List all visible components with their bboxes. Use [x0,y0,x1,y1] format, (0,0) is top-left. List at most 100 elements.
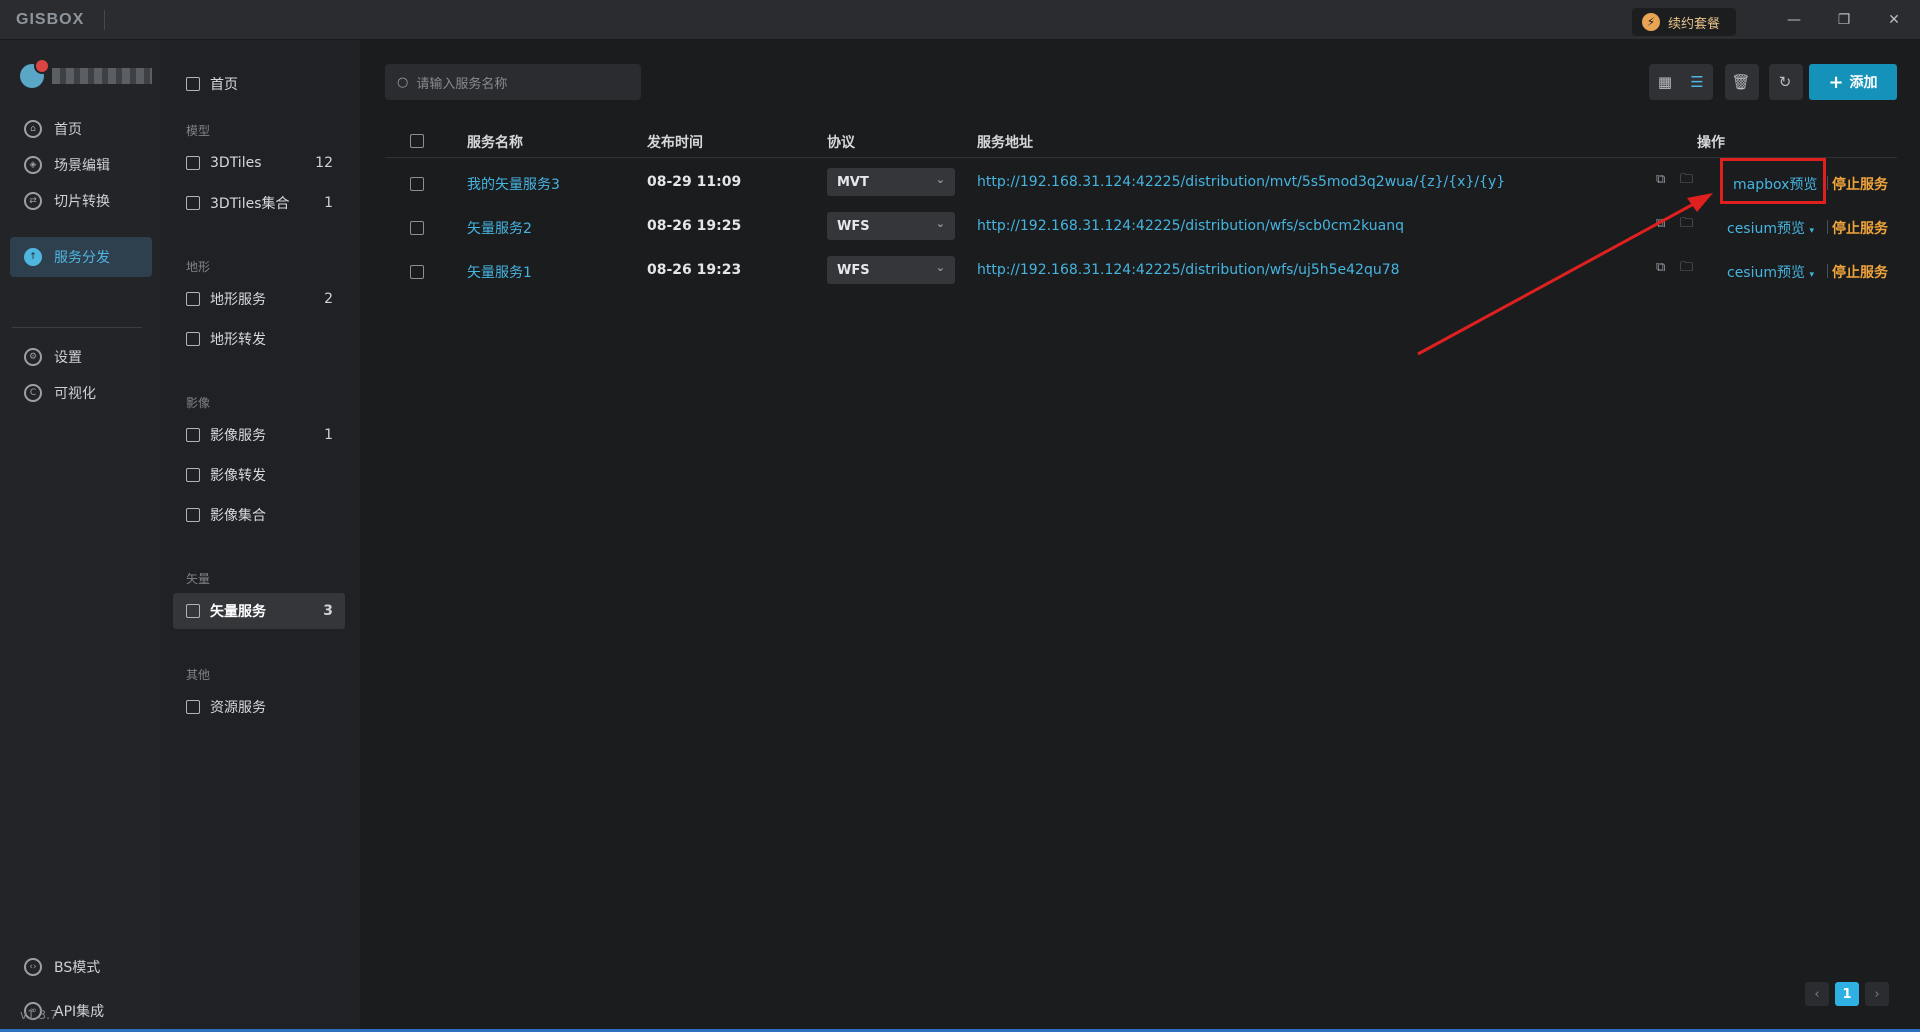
column-header-url: 服务地址 [977,135,1033,151]
view-toggle: ▦ ☰ [1649,64,1713,100]
service-name[interactable]: 矢量服务2 [467,218,532,238]
sub-item-imagery-forward[interactable]: 影像转发 [173,457,345,493]
nav-item-label: 场景编辑 [54,158,110,174]
vector-icon [186,604,200,618]
copy-icon[interactable]: ⧉ [1656,173,1670,187]
sub-item-count: 2 [324,291,333,307]
chevron-down-icon: ⌄ [935,217,945,230]
sub-item-resource-service[interactable]: 资源服务 [173,689,345,725]
sub-item-3dtiles-set[interactable]: 3DTiles集合 1 [173,185,345,221]
search-input[interactable]: ○ 请输入服务名称 [385,64,641,100]
app-logo: GISBOX [16,11,85,28]
copy-icon[interactable]: ⧉ [1656,261,1670,275]
image-icon [186,468,200,482]
table-header: 服务名称 发布时间 协议 服务地址 操作 [385,126,1897,158]
sub-item-imagery-service[interactable]: 影像服务 1 [173,417,345,453]
plus-icon: + [1828,71,1844,93]
next-page-icon[interactable]: › [1865,982,1889,1006]
prev-page-icon[interactable]: ‹ [1805,982,1829,1006]
nav-item-label: BS模式 [54,960,101,976]
renew-plan-label: 续约套餐 [1668,16,1721,32]
nav-item-bs-mode[interactable]: ‹› BS模式 [10,947,152,987]
preview-label: cesium预览 [1727,265,1806,281]
nav-item-visualization[interactable]: C 可视化 [10,373,152,413]
add-button[interactable]: + 添加 [1809,64,1897,100]
pagination: ‹ 1 › [1805,982,1889,1008]
swap-icon: ⇄ [24,192,42,210]
sub-item-3dtiles[interactable]: 3DTiles 12 [173,145,345,181]
folder-icon[interactable]: 🗀 [1680,261,1694,275]
resource-icon [186,700,200,714]
list-view-icon[interactable]: ☰ [1681,64,1713,100]
preview-dropdown[interactable]: cesium预览 ▾ [1727,262,1814,282]
restore-icon[interactable]: ❐ [1834,10,1854,30]
service-url[interactable]: http://192.168.31.124:42225/distribution… [977,174,1505,190]
code-icon: ‹› [24,958,42,976]
refresh-button[interactable]: ↻ [1769,64,1803,100]
group-label-model: 模型 [186,124,211,138]
divider [12,327,142,328]
renew-plan-button[interactable]: ⚡ 续约套餐 [1632,8,1736,36]
folder-icon[interactable]: 🗀 [1680,217,1694,231]
minimize-icon[interactable]: — [1784,10,1804,30]
protocol-value: WFS [837,262,870,278]
row-checkbox[interactable] [410,177,424,191]
sub-nav-home[interactable]: 首页 [186,74,238,94]
row-checkbox[interactable] [410,221,424,235]
stop-service-button[interactable]: 停止服务 [1832,262,1888,282]
table-row: 矢量服务2 08-26 19:25 WFS ⌄ http://192.168.3… [385,206,1897,250]
trash-icon: 🗑 [1731,73,1751,91]
grid-view-icon[interactable]: ▦ [1649,64,1681,100]
group-label-imagery: 影像 [186,396,211,410]
terrain-icon [186,332,200,346]
gear-icon: ⚙ [24,348,42,366]
divider [104,10,105,30]
nav-item-settings[interactable]: ⚙ 设置 [10,337,152,377]
nav-item-service-distribution[interactable]: ↑ 服务分发 [10,237,152,277]
service-url[interactable]: http://192.168.31.124:42225/distribution… [977,262,1400,278]
nav-item-label: API集成 [54,1004,105,1020]
caret-down-icon: ▾ [1809,226,1814,236]
close-icon[interactable]: ✕ [1884,10,1904,30]
user-profile[interactable] [20,58,152,88]
sub-item-count: 12 [315,155,333,171]
nav-item-tile-convert[interactable]: ⇄ 切片转换 [10,181,152,221]
sub-item-terrain-forward[interactable]: 地形转发 [173,321,345,357]
nav-item-scene-edit[interactable]: ◈ 场景编辑 [10,145,152,185]
nav-item-label: 可视化 [54,386,96,402]
sub-item-vector-service[interactable]: 矢量服务 3 [173,593,345,629]
folder-icon[interactable]: 🗀 [1680,173,1694,187]
main-sidebar: ⌂ 首页 ◈ 场景编辑 ⇄ 切片转换 ↑ 服务分发 ⚙ 设置 C 可视化 ‹› … [0,40,160,1032]
column-header-name: 服务名称 [467,135,523,151]
nav-item-home[interactable]: ⌂ 首页 [10,109,152,149]
service-url[interactable]: http://192.168.31.124:42225/distribution… [977,218,1404,234]
app-version: v1.3.7 [20,1008,58,1022]
caret-down-icon: ▾ [1809,270,1814,280]
protocol-select[interactable]: WFS ⌄ [827,256,955,284]
copy-icon[interactable]: ⧉ [1656,217,1670,231]
image-icon [186,428,200,442]
service-name[interactable]: 我的矢量服务3 [467,174,560,194]
refresh-icon: ↻ [1778,73,1792,91]
avatar[interactable] [20,58,50,88]
sub-item-label: 影像服务 [210,428,266,444]
sub-item-label: 影像集合 [210,508,266,524]
user-name-blurred [52,68,152,84]
publish-time: 08-26 19:23 [647,262,742,278]
select-all-checkbox[interactable] [410,134,424,148]
row-checkbox[interactable] [410,265,424,279]
table-row: 矢量服务1 08-26 19:23 WFS ⌄ http://192.168.3… [385,250,1897,294]
protocol-select[interactable]: WFS ⌄ [827,212,955,240]
sub-item-imagery-set[interactable]: 影像集合 [173,497,345,533]
stop-service-button[interactable]: 停止服务 [1832,218,1888,238]
service-name[interactable]: 矢量服务1 [467,262,532,282]
sub-item-terrain-service[interactable]: 地形服务 2 [173,281,345,317]
group-label-vector: 矢量 [186,572,211,586]
protocol-select[interactable]: MVT ⌄ [827,168,955,196]
delete-button[interactable]: 🗑 [1725,64,1759,100]
divider [1827,176,1828,190]
preview-dropdown[interactable]: cesium预览 ▾ [1727,218,1814,238]
page-number-current[interactable]: 1 [1835,982,1859,1006]
preview-label: cesium预览 [1727,221,1806,237]
stop-service-button[interactable]: 停止服务 [1832,174,1888,194]
